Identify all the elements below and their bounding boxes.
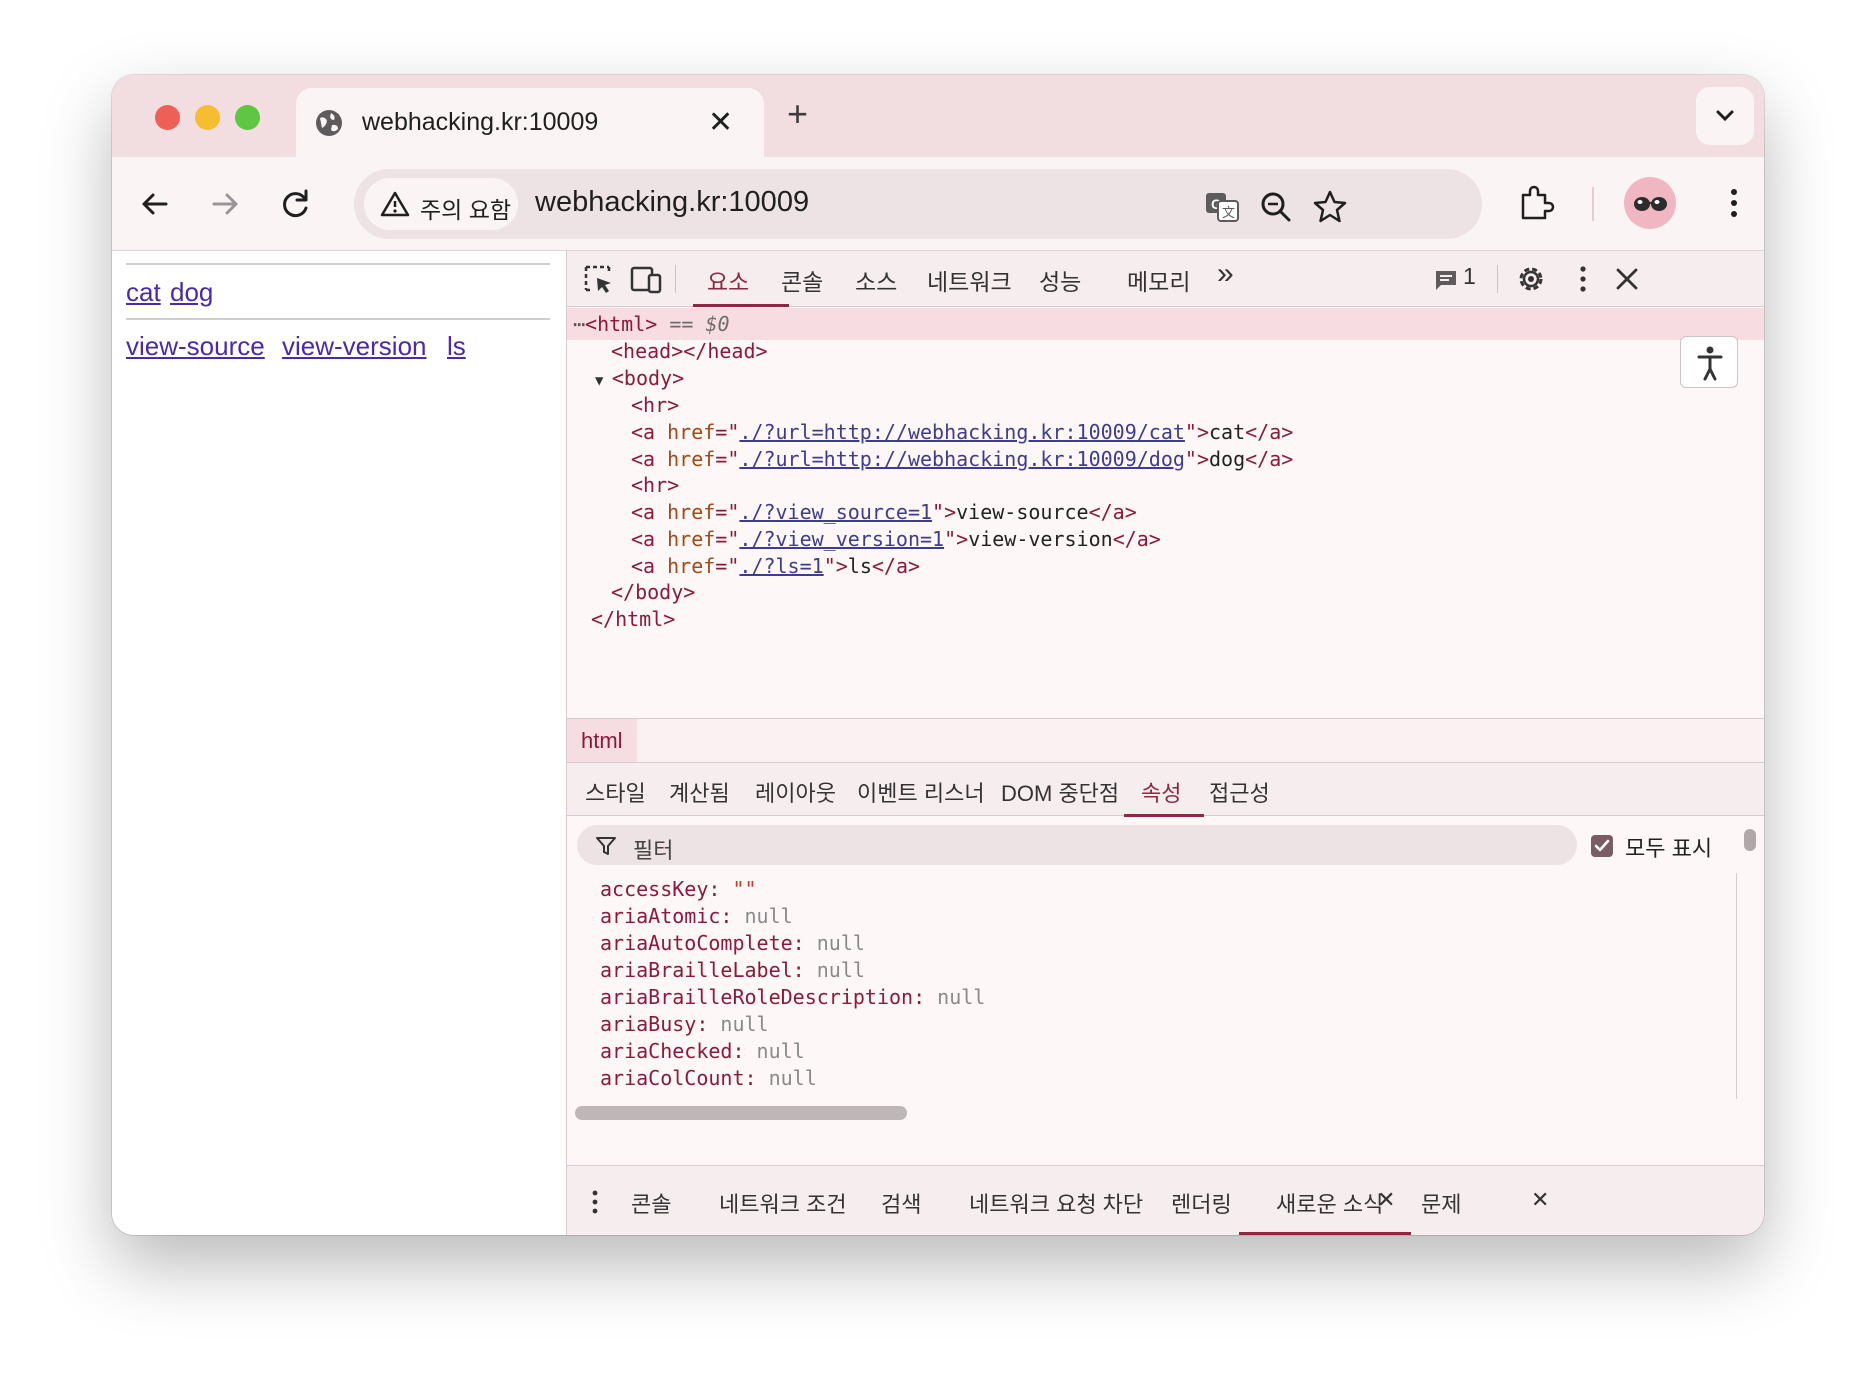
tab-memory[interactable]: 메모리: [1127, 263, 1190, 297]
filter-input[interactable]: 필터: [577, 825, 1577, 865]
close-window-button[interactable]: [155, 105, 180, 130]
subtab-styles[interactable]: 스타일: [585, 776, 646, 808]
subtab-dom-breakpoints[interactable]: DOM 중단점: [1001, 776, 1119, 808]
subtab-properties[interactable]: 속성: [1141, 776, 1181, 808]
accessibility-tree-button[interactable]: [1680, 336, 1738, 388]
minimize-window-button[interactable]: [195, 105, 220, 130]
tab-strip: webhacking.kr:10009 ✕ +: [112, 75, 1764, 157]
devtools-drawer: 콘솔 네트워크 조건 검색 네트워크 요청 차단 렌더링 새로운 소식 ✕ 문제…: [567, 1165, 1764, 1235]
toolbar-divider: [1592, 187, 1594, 221]
horizontal-rule: [126, 318, 550, 320]
horizontal-rule: [126, 263, 550, 265]
svg-text:文: 文: [1222, 206, 1235, 221]
address-bar[interactable]: 주의 요함 webhacking.kr:10009 G 文: [354, 169, 1482, 239]
filter-icon: [596, 837, 616, 855]
zoom-icon[interactable]: [1256, 187, 1296, 227]
devtools-panel: 요소 콘솔 소스 네트워크 성능 메모리 » 1 ⋯<html> == $0 <…: [566, 251, 1764, 1235]
subtab-accessibility[interactable]: 접근성: [1209, 776, 1270, 808]
drawer-tab-console[interactable]: 콘솔: [631, 1187, 671, 1219]
extensions-icon[interactable]: [1515, 183, 1555, 223]
security-chip[interactable]: 주의 요함: [364, 178, 518, 230]
drawer-menu-icon[interactable]: [585, 1188, 605, 1216]
subtab-layout[interactable]: 레이아웃: [755, 776, 836, 808]
link-view-source[interactable]: view-source: [126, 331, 265, 362]
toolbar-divider: [675, 265, 676, 293]
sunglasses-icon: [1634, 197, 1667, 211]
browser-tab[interactable]: webhacking.kr:10009 ✕: [296, 88, 764, 157]
more-options-icon[interactable]: [1567, 263, 1599, 295]
close-devtools-icon[interactable]: [1613, 265, 1641, 293]
translate-icon[interactable]: G 文: [1202, 187, 1242, 227]
breadcrumb-html[interactable]: html: [567, 719, 637, 763]
triangle-down-icon: ▼: [595, 373, 612, 389]
property-row[interactable]: ariaColCount: null: [600, 1062, 817, 1094]
subtab-computed[interactable]: 계산됨: [669, 776, 730, 808]
page-content: cat dog view-source view-version ls: [112, 251, 566, 1235]
bookmark-star-icon[interactable]: [1310, 187, 1350, 227]
checkmark-icon: [1594, 839, 1610, 852]
drawer-tab-rendering[interactable]: 렌더링: [1171, 1187, 1232, 1219]
browser-toolbar: 주의 요함 webhacking.kr:10009 G 文: [112, 157, 1764, 251]
drawer-tab-network-conditions[interactable]: 네트워크 조건: [719, 1187, 847, 1219]
chevron-down-icon: [1716, 110, 1734, 122]
dom-node-a-dog[interactable]: <a href="./?url=http://webhacking.kr:100…: [631, 443, 1293, 475]
dom-node-html-close[interactable]: </html>: [591, 603, 675, 635]
elements-subtabs: 스타일 계산됨 레이아웃 이벤트 리스너 DOM 중단점 속성 접근성: [567, 762, 1764, 817]
accessibility-icon: [1697, 346, 1723, 381]
tab-close-icon[interactable]: ✕: [708, 105, 733, 140]
maximize-window-button[interactable]: [235, 105, 260, 130]
active-tab-indicator: [693, 304, 789, 307]
tab-title: webhacking.kr:10009: [362, 108, 599, 136]
warning-icon: [380, 191, 410, 217]
drawer-tab-issues[interactable]: 문제: [1421, 1187, 1461, 1219]
url-text[interactable]: webhacking.kr:10009: [535, 186, 809, 219]
link-view-version[interactable]: view-version: [282, 331, 427, 362]
toolbar-divider: [1497, 265, 1498, 293]
properties-filter-bar: 필터 모두 표시: [567, 817, 1764, 873]
active-drawer-tab-indicator: [1239, 1232, 1411, 1235]
settings-gear-icon[interactable]: [1515, 263, 1547, 295]
subtab-event-listeners[interactable]: 이벤트 리스너: [857, 776, 985, 808]
more-menu-icon[interactable]: [1714, 183, 1754, 223]
back-icon[interactable]: [130, 179, 180, 229]
dom-tree: ⋯<html> == $0 <head></head> ▼ <body> <hr…: [567, 308, 1764, 718]
drawer-tab-network-request-blocking[interactable]: 네트워크 요청 차단: [969, 1187, 1143, 1219]
vertical-scrollbar[interactable]: [1744, 829, 1756, 851]
link-cat[interactable]: cat: [126, 277, 161, 308]
more-tabs-icon[interactable]: »: [1217, 257, 1234, 291]
tab-network[interactable]: 네트워크: [927, 263, 1012, 297]
security-chip-label: 주의 요함: [420, 197, 512, 223]
profile-avatar[interactable]: [1624, 177, 1676, 229]
forward-icon[interactable]: [200, 179, 250, 229]
tab-elements[interactable]: 요소: [707, 263, 749, 297]
issues-count[interactable]: 1: [1463, 263, 1476, 290]
ellipsis-icon: ⋯: [573, 312, 586, 336]
drawer-tab-close-icon[interactable]: ✕: [1377, 1187, 1395, 1213]
reload-icon[interactable]: [271, 179, 321, 229]
devtools-toolbar: 요소 콘솔 소스 네트워크 성능 메모리 » 1: [567, 251, 1764, 307]
issues-icon[interactable]: [1433, 267, 1459, 293]
new-tab-button[interactable]: +: [787, 93, 808, 135]
tab-sources[interactable]: 소스: [855, 263, 897, 297]
tab-search-button[interactable]: [1696, 87, 1754, 145]
link-dog[interactable]: dog: [170, 277, 213, 308]
browser-window: webhacking.kr:10009 ✕ + 주의 요함 webhacking…: [112, 75, 1764, 1235]
device-toolbar-icon[interactable]: [629, 264, 663, 296]
show-all-checkbox[interactable]: [1591, 835, 1613, 857]
drawer-tab-search[interactable]: 검색: [881, 1187, 921, 1219]
close-drawer-icon[interactable]: ✕: [1531, 1187, 1549, 1213]
filter-placeholder: 필터: [633, 838, 674, 863]
tab-performance[interactable]: 성능: [1039, 263, 1081, 297]
properties-list: accessKey: "" ariaAtomic: null ariaAutoC…: [567, 873, 1737, 1099]
globe-icon: [316, 110, 342, 136]
breadcrumb: html: [567, 718, 1764, 763]
horizontal-scrollbar[interactable]: [575, 1106, 907, 1120]
inspect-element-icon[interactable]: [583, 264, 615, 296]
link-ls[interactable]: ls: [447, 331, 466, 362]
show-all-label[interactable]: 모두 표시: [1625, 831, 1712, 863]
drawer-tab-whats-new[interactable]: 새로운 소식: [1276, 1187, 1383, 1219]
tab-console[interactable]: 콘솔: [781, 263, 823, 297]
